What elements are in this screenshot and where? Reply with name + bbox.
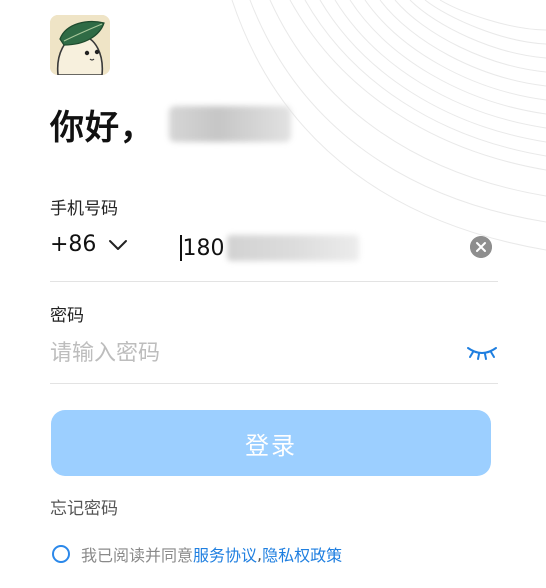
service-agreement-link[interactable]: 服务协议 [193, 542, 257, 566]
leaf-creature-avatar-icon [50, 15, 110, 75]
password-divider [50, 383, 498, 384]
text-cursor [180, 235, 182, 261]
password-input[interactable] [50, 336, 430, 370]
login-button[interactable]: 登录 [51, 410, 491, 476]
blurred-username [169, 106, 291, 142]
agreement-row: 我已阅读并同意 服务协议 , 隐私权政策 [52, 541, 342, 567]
blurred-phone-digits [226, 235, 359, 261]
phone-number-input[interactable]: 180 [180, 230, 359, 266]
country-code-value: +86 [50, 232, 97, 257]
country-code-selector[interactable]: +86 [50, 232, 128, 257]
phone-number-value: 180 [182, 235, 225, 261]
greeting-text: 你好， [50, 107, 155, 148]
chevron-down-icon [109, 239, 128, 250]
eye-closed-icon[interactable] [466, 344, 498, 362]
user-avatar [50, 15, 110, 75]
password-label: 密码 [50, 306, 84, 326]
password-input-row [50, 334, 498, 374]
forgot-password-link[interactable]: 忘记密码 [50, 494, 118, 519]
phone-label: 手机号码 [50, 199, 118, 219]
phone-input-row: +86 180 [50, 226, 498, 270]
agreement-prefix: 我已阅读并同意 [81, 546, 194, 565]
phone-divider [50, 281, 498, 282]
clear-x-icon[interactable] [470, 236, 492, 258]
privacy-policy-link[interactable]: 隐私权政策 [262, 542, 342, 566]
greeting-row: 你好， [50, 100, 291, 148]
agreement-radio[interactable] [52, 545, 70, 563]
